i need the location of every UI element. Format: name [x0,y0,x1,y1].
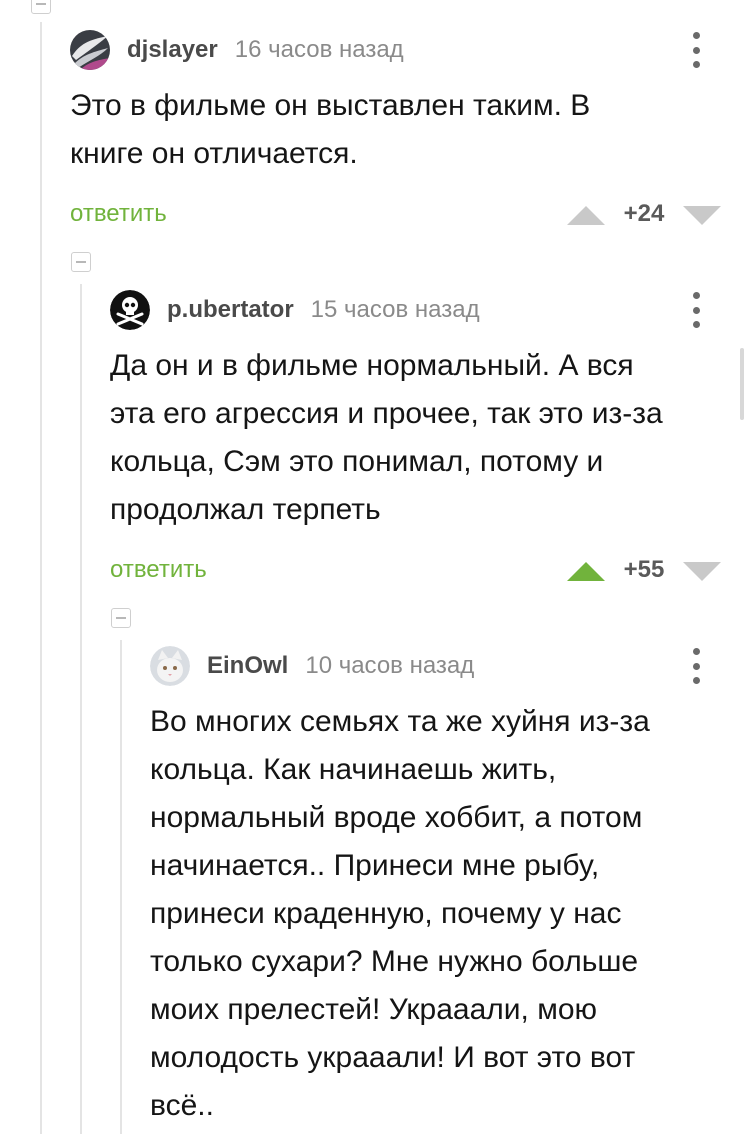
collapse-thread-button[interactable] [111,608,131,628]
thread-line-level-1[interactable] [40,22,42,1134]
username[interactable]: p.ubertator [167,296,294,324]
comment-text-line: кольца, Сэм это понимал, потому и [110,445,604,478]
rating-value: +55 [623,556,665,583]
reply-button[interactable]: ответить [70,200,167,228]
comment: djslayer 16 часов назад Это в фильме он … [70,30,730,250]
comment-text-line: Во многих семьях та же хуйня из-за [150,705,650,738]
comment-text-line: начинается.. Принеси мне рыбу, [150,849,600,882]
comment-text-line: кольца. Как начинаешь жить, [150,753,557,786]
comment-text-line: всё.. [150,1089,214,1122]
timestamp[interactable]: 10 часов назад [305,652,474,680]
comment-text-line: молодость украаали! И вот это вот [150,1041,636,1074]
collapse-thread-button[interactable] [31,0,51,14]
downvote-icon[interactable] [683,206,721,225]
comment-text: Во многих семьях та же хуйня из-за кольц… [150,698,725,1130]
comment-text-line: Это в фильме он выставлен таким. В [70,89,591,122]
comment-header: EinOwl 10 часов назад [150,646,474,686]
comment-menu-icon[interactable] [687,646,705,686]
downvote-icon[interactable] [683,562,721,581]
comment-text-line: только сухари? Мне нужно больше [150,945,639,978]
avatar[interactable] [110,290,150,330]
comment-menu-icon[interactable] [687,30,705,70]
reply-button[interactable]: ответить [110,556,207,584]
avatar[interactable] [150,646,190,686]
rating-value: +24 [623,200,665,227]
comment-text-line: моих прелестей! Украаали, мою [150,993,598,1026]
comment-text-line: принеси краденную, почему у нас [150,897,622,930]
comment-text-line: Да он и в фильме нормальный. А вся [110,349,634,382]
comment-header: p.ubertator 15 часов назад [110,290,480,330]
username[interactable]: djslayer [127,36,218,64]
comment-text-line: нормальный вроде хоббит, а потом [150,801,643,834]
username[interactable]: EinOwl [207,652,288,680]
avatar[interactable] [70,30,110,70]
timestamp[interactable]: 15 часов назад [311,296,480,324]
comment-text: Это в фильме он выставлен таким. В книге… [70,82,720,178]
timestamp[interactable]: 16 часов назад [235,36,404,64]
thread-line-level-3[interactable] [120,640,122,1134]
comment-text: Да он и в фильме нормальный. А вся эта е… [110,342,720,534]
comment-text-line: книге он отличается. [70,137,358,170]
upvote-icon[interactable] [567,562,605,581]
scrollbar[interactable] [740,348,744,420]
comment-text-line: эта его агрессия и прочее, так это из-за [110,397,663,430]
comment-menu-icon[interactable] [687,290,705,330]
upvote-icon[interactable] [567,206,605,225]
comment: EinOwl 10 часов назад Во многих семьях т… [150,646,730,1134]
thread-line-level-2[interactable] [80,284,82,1134]
comment-text-line: продолжал терпеть [110,493,381,526]
collapse-thread-button[interactable] [71,252,91,272]
comment: p.ubertator 15 часов назад Да он и в фил… [110,290,730,600]
comment-header: djslayer 16 часов назад [70,30,404,70]
